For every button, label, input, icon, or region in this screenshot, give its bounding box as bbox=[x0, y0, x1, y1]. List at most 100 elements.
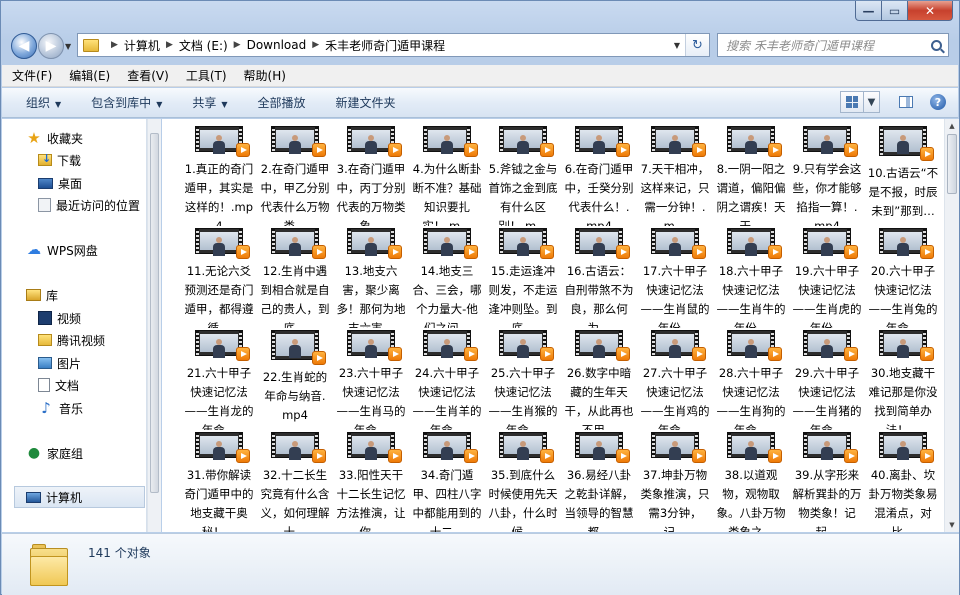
play-icon bbox=[312, 143, 326, 158]
video-thumbnail bbox=[423, 432, 478, 464]
breadcrumb-sep[interactable]: ▶ bbox=[166, 40, 173, 50]
navigation-pane-scrollbar[interactable] bbox=[147, 119, 161, 532]
refresh-icon[interactable]: ↻ bbox=[685, 34, 709, 56]
file-item[interactable]: 31.带你解读奇门遁甲中的地支藏干奥秘！… bbox=[182, 430, 256, 532]
sidebar-item-pictures[interactable]: 图片 bbox=[38, 353, 81, 373]
breadcrumb-sep[interactable]: ▶ bbox=[234, 40, 241, 50]
address-dropdown[interactable]: ▼ bbox=[669, 41, 685, 50]
file-item[interactable]: 37.坤卦万物类象推演，只需3分钟，记… bbox=[638, 430, 712, 532]
view-options-dropdown[interactable]: ▼ bbox=[864, 91, 880, 113]
file-item[interactable]: 29.六十甲子快速记忆法——生肖猪的年命… bbox=[790, 328, 864, 430]
sidebar-homegroup[interactable]: ● 家庭组 bbox=[26, 443, 83, 463]
sidebar-item-music[interactable]: ♪ 音乐 bbox=[38, 398, 83, 418]
file-item[interactable]: 15.走运逢冲则发，不走运逢冲则坠。到底… bbox=[486, 226, 560, 328]
forward-button[interactable]: ▶ bbox=[38, 33, 64, 59]
organize-button[interactable]: 组织 ▼ bbox=[26, 94, 61, 111]
file-item[interactable]: 11.无论六爻预测还是奇门遁甲，都得遵循… bbox=[182, 226, 256, 328]
file-item[interactable]: 38.以道观物，观物取象。八卦万物类象之… bbox=[714, 430, 788, 532]
menu-help[interactable]: 帮助(H) bbox=[244, 67, 286, 84]
file-item[interactable]: 13.地支六害，聚少离多！那何为地支六害… bbox=[334, 226, 408, 328]
file-item[interactable]: 28.六十甲子快速记忆法——生肖狗的年命… bbox=[714, 328, 788, 430]
file-item[interactable]: 22.生肖蛇的年命与纳音.mp4 bbox=[258, 328, 332, 430]
close-button[interactable]: ✕ bbox=[908, 1, 953, 21]
file-item[interactable]: 10.古语云“不是不报，时辰未到”那到… bbox=[866, 124, 940, 226]
play-icon bbox=[844, 143, 858, 158]
file-item[interactable]: 36.易经八卦之乾卦详解，当领导的智慧都… bbox=[562, 430, 636, 532]
file-item[interactable]: 3.在奇门遁甲中，丙丁分别代表的万物类象… bbox=[334, 124, 408, 226]
file-item[interactable]: 30.地支藏干难记那是你没找到简单办法！… bbox=[866, 328, 940, 430]
sidebar-item-videos[interactable]: 视频 bbox=[38, 308, 81, 328]
sidebar-computer[interactable]: 计算机 bbox=[26, 487, 82, 507]
search-icon[interactable] bbox=[931, 39, 942, 51]
file-item[interactable]: 6.在奇门遁甲中，壬癸分别代表什么！.mp4 bbox=[562, 124, 636, 226]
file-item[interactable]: 17.六十甲子快速记忆法——生肖鼠的年份… bbox=[638, 226, 712, 328]
file-item[interactable]: 23.六十甲子快速记忆法——生肖马的年命… bbox=[334, 328, 408, 430]
breadcrumb-sep[interactable]: ▶ bbox=[312, 40, 319, 50]
sidebar-item-documents[interactable]: 文档 bbox=[38, 375, 79, 395]
file-item[interactable]: 4.为什么断卦断不准？基础知识要扎实！.m… bbox=[410, 124, 484, 226]
file-name: 22.生肖蛇的年命与纳音.mp4 bbox=[262, 370, 328, 422]
minimize-button[interactable]: — bbox=[855, 1, 882, 21]
file-name: 14.地支三合、三会，哪个力量大-他们之间… bbox=[412, 264, 482, 328]
scrollbar-thumb[interactable] bbox=[150, 133, 159, 493]
file-item[interactable]: 1.真正的奇门遁甲，其实是这样的！.mp4 bbox=[182, 124, 256, 226]
scroll-down-button[interactable]: ▼ bbox=[945, 518, 959, 532]
file-item[interactable]: 39.从字形来解析巽卦的万物类象！记起… bbox=[790, 430, 864, 532]
file-item[interactable]: 34.奇门遁甲、四柱八字中都能用到的十二… bbox=[410, 430, 484, 532]
breadcrumb-sep[interactable]: ▶ bbox=[111, 40, 118, 50]
file-item[interactable]: 9.只有学会这些，你才能够掐指一算！.mp4 bbox=[790, 124, 864, 226]
new-folder-button[interactable]: 新建文件夹 bbox=[336, 94, 396, 111]
file-item[interactable]: 35.到底什么时候使用先天八卦，什么时候… bbox=[486, 430, 560, 532]
sidebar-favorites[interactable]: ★ 收藏夹 bbox=[26, 128, 83, 148]
item-count: 141 个对象 bbox=[88, 546, 151, 560]
file-item[interactable]: 27.六十甲子快速记忆法——生肖鸡的年命… bbox=[638, 328, 712, 430]
file-item[interactable]: 12.生肖中遇到相合就是自己的贵人，到底… bbox=[258, 226, 332, 328]
scroll-up-button[interactable]: ▲ bbox=[945, 119, 959, 133]
breadcrumb-computer[interactable]: 计算机 bbox=[124, 37, 160, 54]
sidebar-wps-drive[interactable]: ☁ WPS网盘 bbox=[26, 240, 98, 260]
breadcrumb-drive[interactable]: 文档 (E:) bbox=[179, 37, 228, 54]
file-item[interactable]: 24.六十甲子快速记忆法——生肖羊的年命… bbox=[410, 328, 484, 430]
file-item[interactable]: 32.十二长生究竟有什么含义，如何理解十… bbox=[258, 430, 332, 532]
breadcrumb-download[interactable]: Download bbox=[247, 38, 307, 52]
file-item[interactable]: 21.六十甲子快速记忆法——生肖龙的年命… bbox=[182, 328, 256, 430]
sidebar-item-downloads[interactable]: 下载 bbox=[38, 150, 81, 170]
file-item[interactable]: 8.一阴一阳之谓道，偏阳偏阴之谓疾！天干… bbox=[714, 124, 788, 226]
sidebar-item-desktop[interactable]: 桌面 bbox=[38, 173, 82, 193]
breadcrumb-current-folder[interactable]: 禾丰老师奇门遁甲课程 bbox=[325, 37, 445, 54]
preview-pane-button[interactable] bbox=[894, 91, 918, 113]
sidebar-item-recent[interactable]: 最近访问的位置 bbox=[38, 195, 140, 215]
view-grid-icon bbox=[846, 96, 858, 108]
scrollbar-thumb[interactable] bbox=[947, 134, 957, 194]
menu-view[interactable]: 查看(V) bbox=[127, 67, 169, 84]
help-button[interactable]: ? bbox=[926, 91, 950, 113]
address-bar[interactable]: ▶ 计算机 ▶ 文档 (E:) ▶ Download ▶ 禾丰老师奇门遁甲课程 … bbox=[77, 33, 710, 57]
file-item[interactable]: 19.六十甲子快速记忆法——生肖虎的年份… bbox=[790, 226, 864, 328]
back-button[interactable]: ◀ bbox=[11, 33, 37, 59]
share-button[interactable]: 共享 ▼ bbox=[192, 94, 227, 111]
recent-pages-dropdown[interactable]: ▼ bbox=[65, 42, 71, 51]
file-item[interactable]: 26.数字中暗藏的生年天干，从此再也不用… bbox=[562, 328, 636, 430]
menu-edit[interactable]: 编辑(E) bbox=[69, 67, 110, 84]
play-all-button[interactable]: 全部播放 bbox=[258, 94, 306, 111]
file-item[interactable]: 33.阳性天干十二长生记忆方法推演，让你… bbox=[334, 430, 408, 532]
file-item[interactable]: 20.六十甲子快速记忆法——生肖兔的年命… bbox=[866, 226, 940, 328]
file-list-scrollbar[interactable]: ▲ ▼ bbox=[944, 119, 959, 532]
file-item[interactable]: 16.古语云：自刑带煞不为良，那么何为… bbox=[562, 226, 636, 328]
file-item[interactable]: 14.地支三合、三会，哪个力量大-他们之间… bbox=[410, 226, 484, 328]
maximize-button[interactable]: ▭ bbox=[882, 1, 908, 21]
file-item[interactable]: 25.六十甲子快速记忆法——生肖猴的年命… bbox=[486, 328, 560, 430]
file-item[interactable]: 2.在奇门遁甲中，甲乙分别代表什么万物类… bbox=[258, 124, 332, 226]
play-icon bbox=[464, 143, 478, 158]
sidebar-library[interactable]: 库 bbox=[26, 285, 58, 305]
file-item[interactable]: 40.离卦、坎卦万物类象易混淆点，对比… bbox=[866, 430, 940, 532]
file-item[interactable]: 18.六十甲子快速记忆法——生肖牛的年份… bbox=[714, 226, 788, 328]
file-item[interactable]: 7.天干相冲，这样来记，只需一分钟！.m… bbox=[638, 124, 712, 226]
include-in-library-button[interactable]: 包含到库中 ▼ bbox=[91, 94, 162, 111]
file-item[interactable]: 5.斧钺之金与首饰之金到底有什么区别！.m… bbox=[486, 124, 560, 226]
change-view-button[interactable] bbox=[840, 91, 864, 113]
menu-tools[interactable]: 工具(T) bbox=[186, 67, 227, 84]
search-input[interactable]: 搜索 禾丰老师奇门遁甲课程 bbox=[717, 33, 949, 57]
sidebar-item-tencent-video[interactable]: 腾讯视频 bbox=[38, 330, 105, 350]
menu-file[interactable]: 文件(F) bbox=[12, 67, 52, 84]
